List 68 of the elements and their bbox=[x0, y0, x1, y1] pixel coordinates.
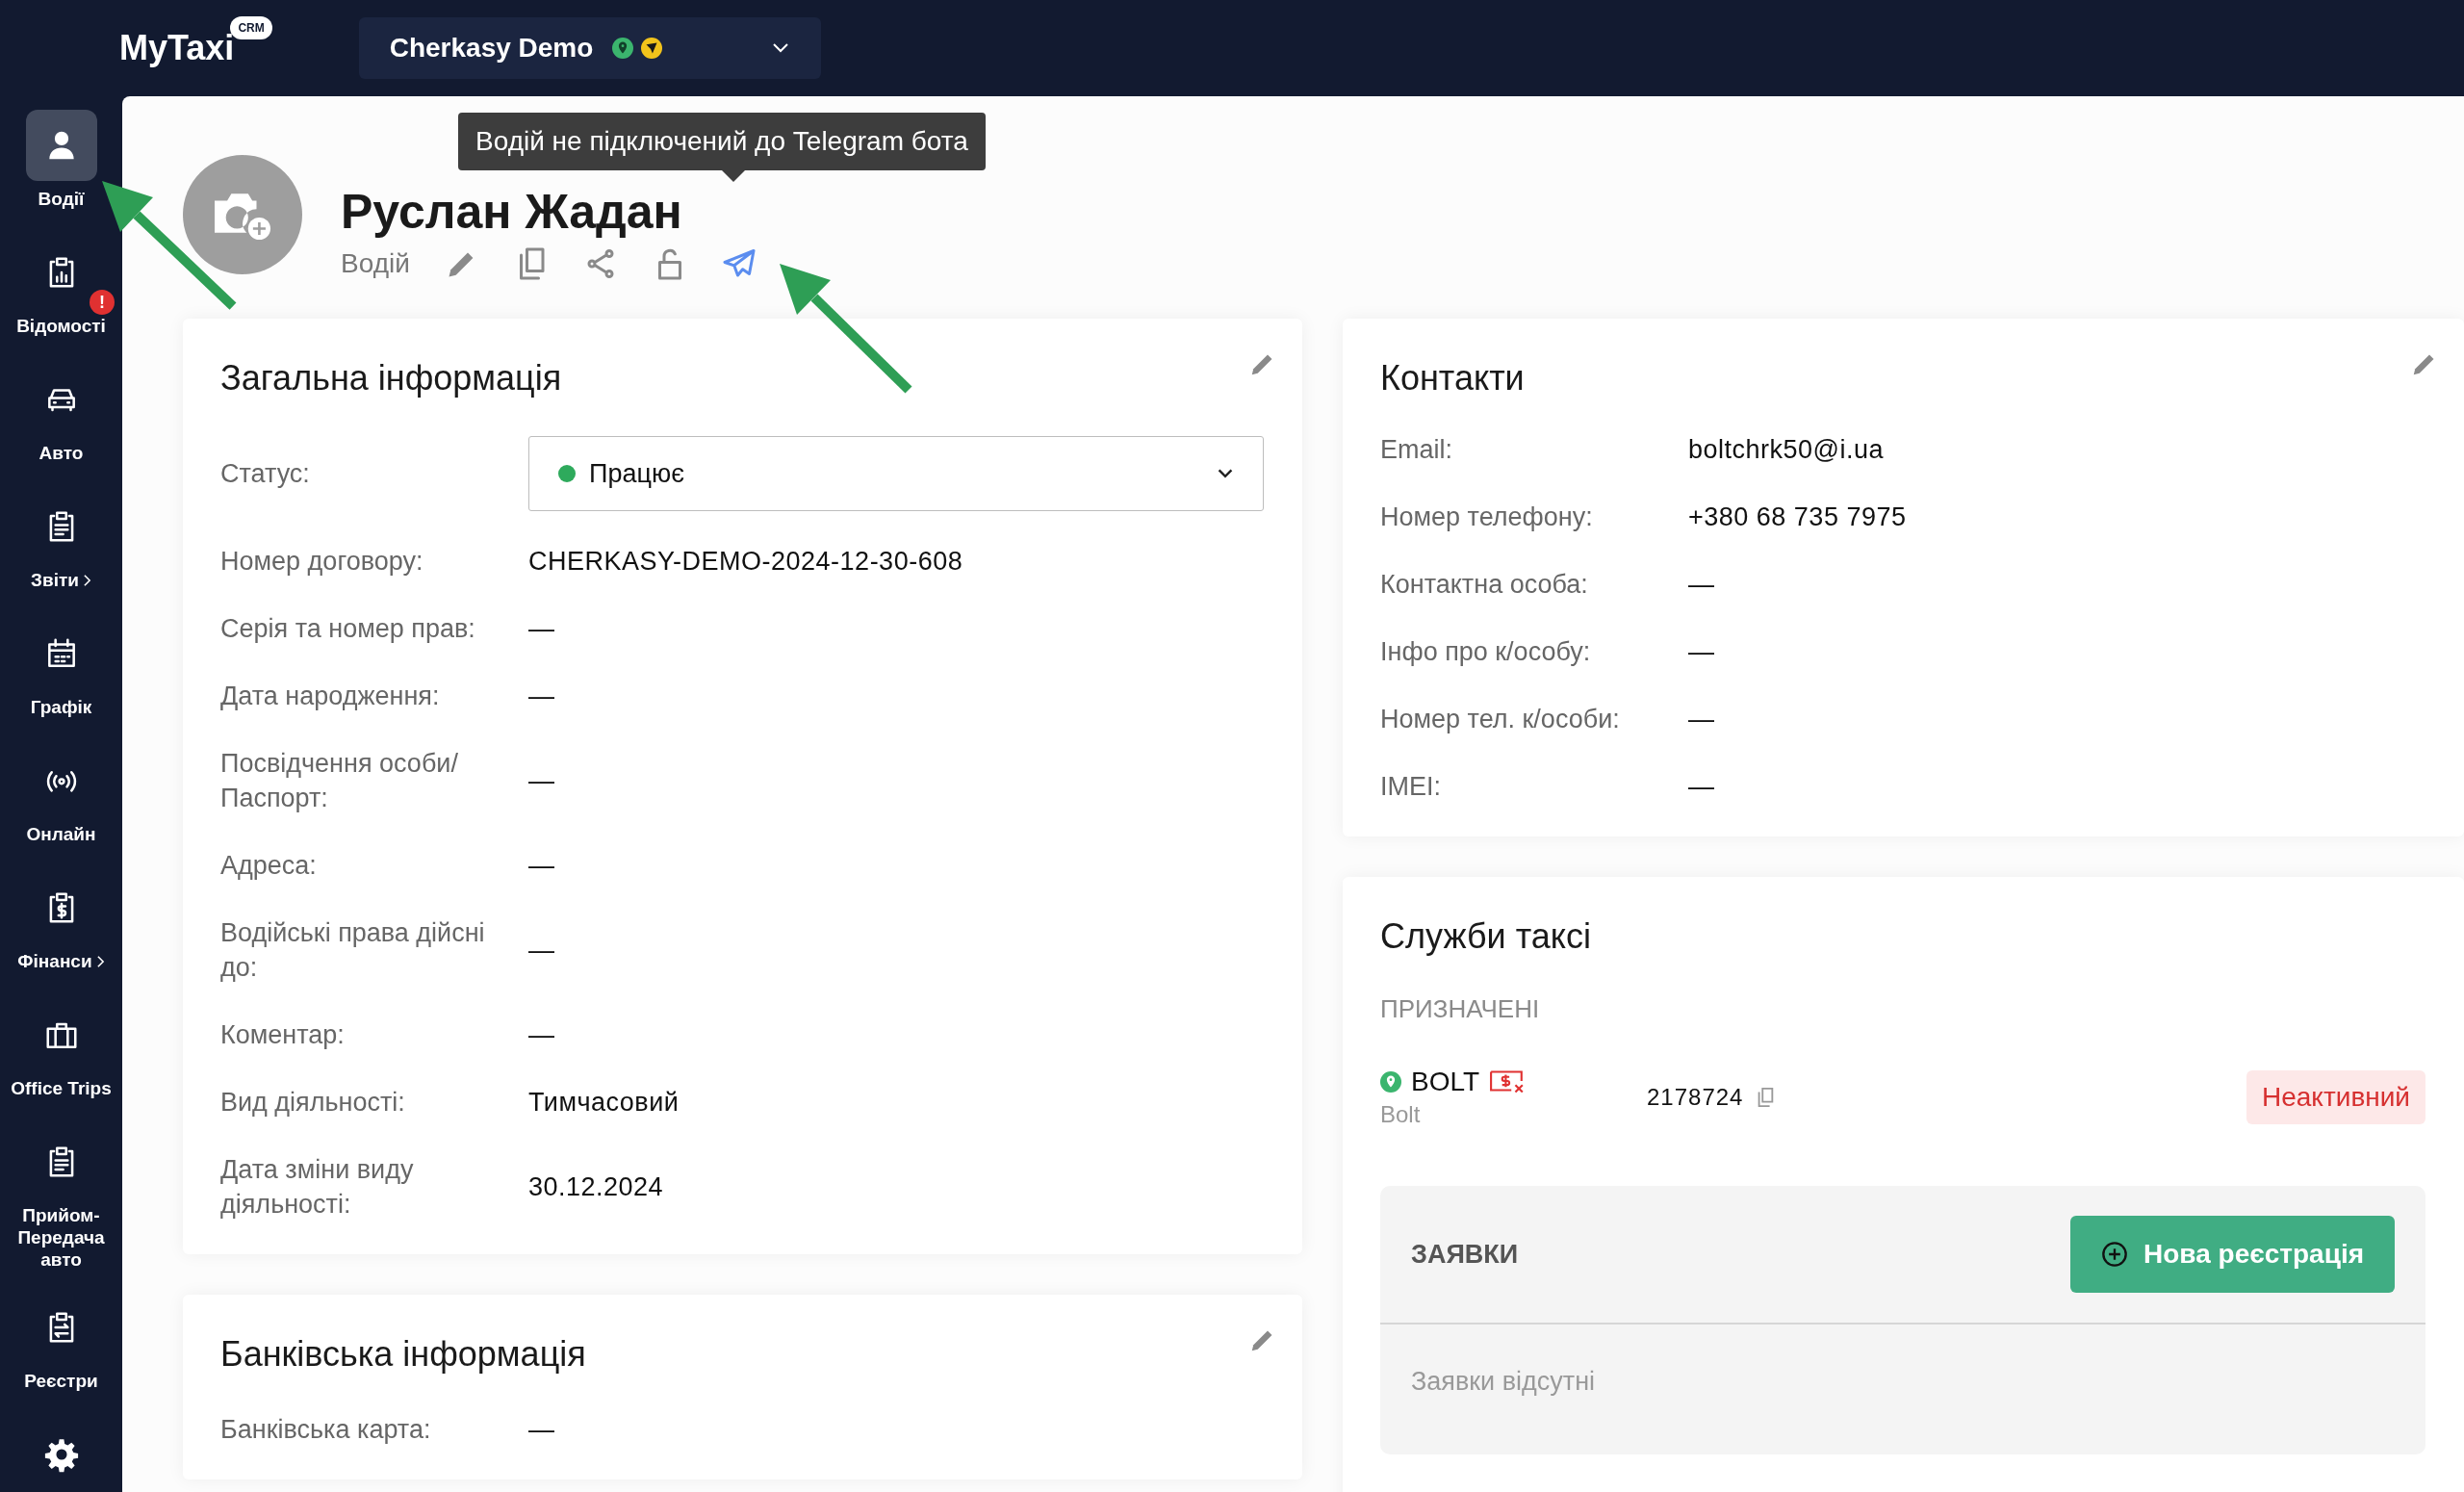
service-subtitle: Bolt bbox=[1380, 1101, 1422, 1128]
sidebar-item[interactable]: Office Trips bbox=[0, 999, 122, 1105]
section-title: Загальна інформація bbox=[220, 357, 562, 399]
sidebar-item[interactable]: Водії bbox=[0, 110, 122, 216]
field-value: — bbox=[528, 681, 555, 712]
subsection-heading: ПРИЗНАЧЕНІ bbox=[1380, 994, 1541, 1024]
section-title: Банківська інформація bbox=[220, 1333, 586, 1376]
field-value: CHERKASY-DEMO-2024-12-30-608 bbox=[528, 546, 963, 578]
field-value: — bbox=[528, 613, 555, 645]
field-value: 30.12.2024 bbox=[528, 1171, 664, 1203]
field-value: — bbox=[528, 765, 555, 797]
driver-name: Руслан Жадан bbox=[341, 186, 683, 239]
field-label: Номер телефону: bbox=[1380, 502, 1594, 533]
plus-circle-icon bbox=[2101, 1241, 2129, 1268]
sidebar-item[interactable]: Фінанси bbox=[0, 872, 122, 978]
field-label: Контактна особа: bbox=[1380, 569, 1589, 601]
field-value: — bbox=[1688, 771, 1715, 803]
tooltip-pointer bbox=[722, 170, 745, 182]
field-value: — bbox=[528, 850, 555, 882]
field-value: — bbox=[528, 935, 555, 966]
arrow-badge-icon bbox=[641, 38, 663, 59]
section-title: Служби таксі bbox=[1380, 915, 1592, 958]
field-value: — bbox=[1688, 636, 1715, 668]
sidebar-item[interactable]: Авто bbox=[0, 364, 122, 470]
field-label: Дата зміни виду діяльності: bbox=[220, 1154, 415, 1221]
chevron-right-icon bbox=[95, 955, 105, 969]
field-value: — bbox=[1688, 569, 1715, 601]
sidebar-item[interactable]: Звіти bbox=[0, 491, 122, 597]
field-label: Email: bbox=[1380, 434, 1453, 466]
status-badge: Неактивний bbox=[2246, 1070, 2426, 1124]
sidebar-item[interactable]: Онлайн bbox=[0, 745, 122, 851]
field-label: Коментар: bbox=[220, 1019, 346, 1051]
company-select[interactable]: Cherkasy Demo bbox=[358, 17, 821, 79]
field-value: — bbox=[528, 1019, 555, 1051]
field-label: Інфо про к/особу: bbox=[1380, 636, 1592, 668]
empty-message: Заявки відсутні bbox=[1410, 1366, 1597, 1398]
status-select[interactable]: Працює bbox=[528, 436, 1264, 511]
sidebar-item[interactable]: ! Відомості bbox=[0, 237, 122, 343]
field-label: Водійські права дійсні до: bbox=[220, 917, 486, 984]
field-label: Серія та номер прав: bbox=[220, 613, 476, 645]
driver-role: Водій bbox=[341, 248, 410, 279]
field-label: Номер договору: bbox=[220, 546, 424, 578]
sidebar-item[interactable]: Прийом-Передача авто bbox=[0, 1126, 122, 1272]
service-name: BOLT bbox=[1411, 1067, 1480, 1097]
field-value: — bbox=[1688, 704, 1715, 735]
field-label: Статус: bbox=[220, 458, 311, 490]
field-label: IMEI: bbox=[1380, 771, 1442, 803]
field-label: Вид діяльності: bbox=[220, 1087, 406, 1119]
tooltip: Водій не підключений до Telegram бота bbox=[458, 113, 986, 170]
alert-badge: ! bbox=[90, 290, 115, 315]
field-value: Тимчасовий bbox=[528, 1087, 680, 1119]
settings-icon bbox=[42, 1436, 80, 1474]
field-value: boltchrk50@i.ua bbox=[1688, 434, 1884, 466]
location-pin-icon bbox=[1380, 1071, 1401, 1093]
service-id: 2178724 bbox=[1647, 1084, 1744, 1111]
field-label: Банківська карта: bbox=[220, 1414, 432, 1446]
sidebar-item[interactable]: Реєстри bbox=[0, 1292, 122, 1399]
field-label: Дата народження: bbox=[220, 681, 441, 712]
subsection-heading: ЗАЯВКИ bbox=[1411, 1239, 1519, 1270]
section-title: Контакти bbox=[1380, 357, 1525, 399]
chevron-right-icon bbox=[82, 574, 91, 588]
field-label: Номер тел. к/особи: bbox=[1380, 704, 1621, 735]
sidebar-item[interactable]: Графік bbox=[0, 618, 122, 724]
field-label: Адреса: bbox=[220, 850, 318, 882]
field-label: Посвідчення особи/ Паспорт: bbox=[220, 748, 459, 814]
location-pin-icon bbox=[612, 38, 634, 59]
field-value: +380 68 735 7975 bbox=[1688, 502, 1907, 533]
field-value: — bbox=[528, 1414, 555, 1446]
